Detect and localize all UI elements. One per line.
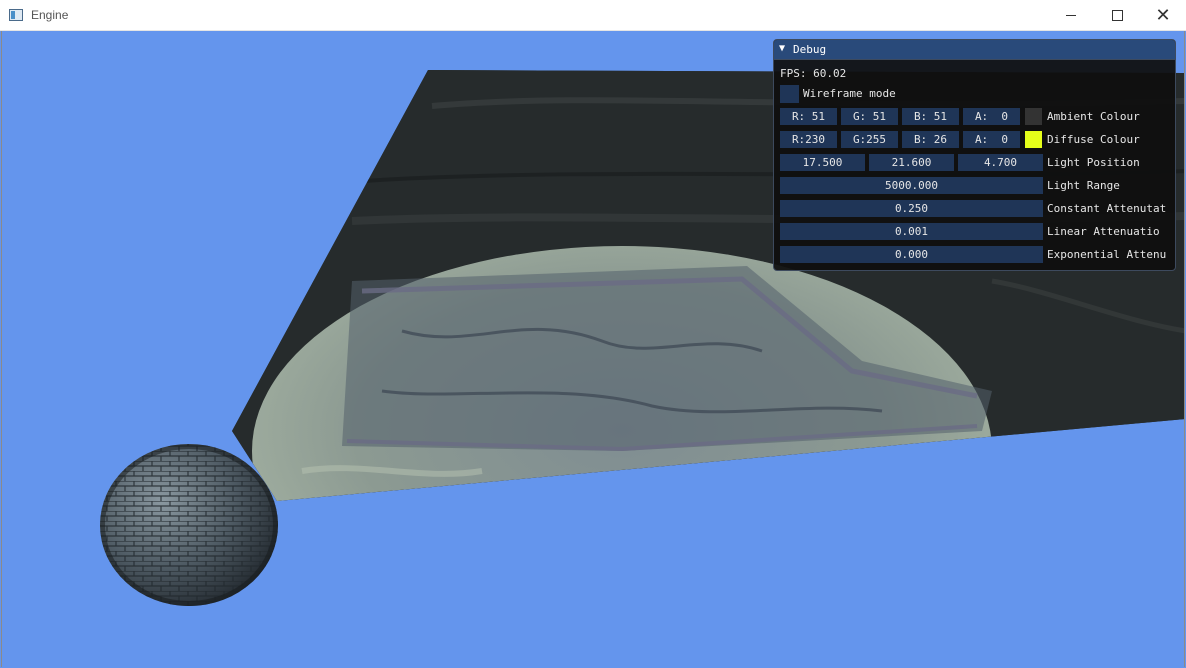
diffuse-colour-label: Diffuse Colour (1047, 133, 1140, 146)
wireframe-checkbox[interactable] (780, 85, 799, 103)
close-icon: ✕ (1155, 5, 1171, 26)
window-title: Engine (31, 8, 69, 22)
ambient-r-field[interactable]: R: 51 (780, 108, 837, 125)
ambient-colour-swatch[interactable] (1025, 108, 1042, 125)
constant-attenuation-label: Constant Attenutat (1047, 202, 1167, 215)
minimize-button[interactable] (1048, 0, 1094, 31)
ambient-b-field[interactable]: B: 51 (902, 108, 959, 125)
debug-title-bar[interactable]: ▼ Debug (774, 40, 1175, 60)
light-position-y-field[interactable]: 21.600 (869, 154, 954, 171)
wireframe-label: Wireframe mode (803, 87, 896, 100)
diffuse-b-field[interactable]: B: 26 (902, 131, 959, 148)
exponential-attenuation-slider[interactable]: 0.000 (780, 246, 1043, 263)
ambient-a-field[interactable]: A: 0 (963, 108, 1020, 125)
diffuse-a-field[interactable]: A: 0 (963, 131, 1020, 148)
diffuse-colour-swatch[interactable] (1025, 131, 1042, 148)
diffuse-r-field[interactable]: R:230 (780, 131, 837, 148)
collapse-triangle-icon[interactable]: ▼ (779, 43, 785, 54)
constant-attenuation-slider[interactable]: 0.250 (780, 200, 1043, 217)
title-bar: Engine ✕ (0, 0, 1186, 31)
ambient-g-field[interactable]: G: 51 (841, 108, 898, 125)
debug-title: Debug (793, 43, 827, 56)
app-icon (9, 9, 23, 21)
linear-attenuation-label: Linear Attenuatio (1047, 225, 1160, 238)
light-range-label: Light Range (1047, 179, 1120, 192)
maximize-button[interactable] (1094, 0, 1140, 31)
fps-readout: FPS: 60.02 (780, 67, 847, 80)
light-position-label: Light Position (1047, 156, 1140, 169)
debug-window[interactable]: ▼ Debug FPS: 60.02 Wireframe mode R: 51 … (773, 39, 1176, 271)
light-range-slider[interactable]: 5000.000 (780, 177, 1043, 194)
linear-attenuation-slider[interactable]: 0.001 (780, 223, 1043, 240)
light-position-z-field[interactable]: 4.700 (958, 154, 1043, 171)
diffuse-g-field[interactable]: G:255 (841, 131, 898, 148)
maximize-icon (1111, 10, 1123, 21)
ambient-colour-label: Ambient Colour (1047, 110, 1140, 123)
close-button[interactable]: ✕ (1140, 0, 1186, 31)
minimize-icon (1066, 15, 1076, 16)
light-position-x-field[interactable]: 17.500 (780, 154, 865, 171)
exponential-attenuation-label: Exponential Attenu (1047, 248, 1167, 261)
